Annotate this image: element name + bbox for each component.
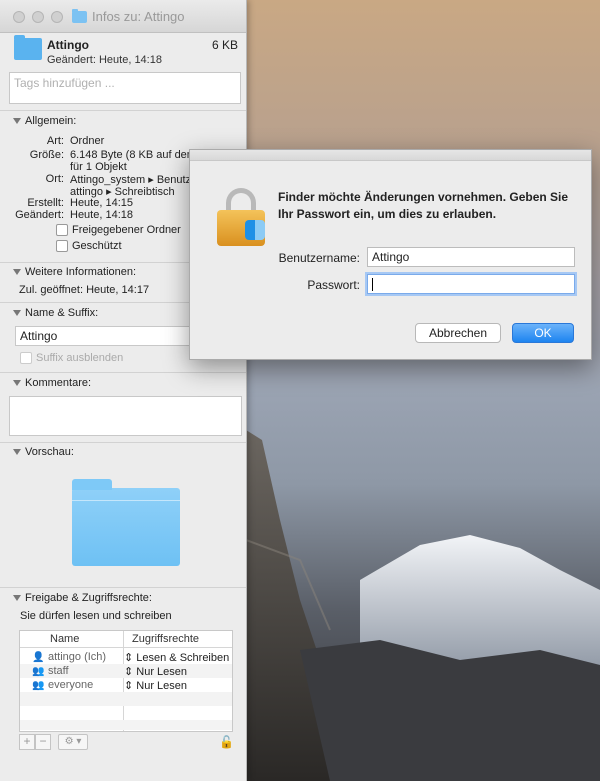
auth-message: Finder möchte Änderungen vornehmen. Gebe… bbox=[278, 190, 569, 221]
close-button[interactable] bbox=[13, 11, 25, 23]
folder-preview-icon bbox=[72, 479, 180, 566]
column-privilege[interactable]: Zugriffsrechte bbox=[132, 633, 199, 645]
disclosure-triangle-icon[interactable] bbox=[13, 595, 21, 601]
remove-user-button[interactable]: − bbox=[35, 734, 51, 750]
username-field[interactable]: Attingo bbox=[367, 247, 575, 267]
window-title: Infos zu: Attingo bbox=[72, 8, 185, 24]
permissions-toolbar: + − bbox=[19, 734, 51, 750]
tags-input[interactable]: Tags hinzufügen ... bbox=[9, 72, 241, 104]
info-titlebar[interactable]: Infos zu: Attingo bbox=[0, 0, 246, 33]
table-row[interactable]: 👥 everyone ⇕ Nur Lesen bbox=[20, 679, 232, 693]
more-info-header[interactable]: Weitere Informationen: bbox=[13, 266, 136, 278]
lock-icon bbox=[217, 188, 265, 246]
file-header: Attingo 6 KB Geändert: Heute, 14:18 bbox=[0, 33, 246, 69]
zoom-button[interactable] bbox=[51, 11, 63, 23]
comments-header[interactable]: Kommentare: bbox=[13, 377, 91, 389]
permissions-header: Name Zugriffsrechte bbox=[20, 631, 232, 648]
last-opened: Zul. geöffnet: Heute, 14:17 bbox=[19, 284, 150, 296]
sharing-header[interactable]: Freigabe & Zugriffsrechte: bbox=[13, 592, 152, 604]
password-label: Passwort: bbox=[307, 278, 360, 292]
minimize-button[interactable] bbox=[32, 11, 44, 23]
gear-icon[interactable]: ⚙ ▾ bbox=[58, 734, 88, 750]
everyone-icon: 👥 bbox=[32, 680, 45, 691]
group-icon: 👥 bbox=[32, 666, 45, 677]
table-row[interactable]: 👤 attingo (Ich) ⇕ Lesen & Schreiben bbox=[20, 651, 232, 665]
preview-header[interactable]: Vorschau: bbox=[13, 446, 74, 458]
disclosure-triangle-icon[interactable] bbox=[13, 269, 21, 275]
disclosure-triangle-icon[interactable] bbox=[13, 449, 21, 455]
permissions-table: Name Zugriffsrechte 👤 attingo (Ich) ⇕ Le… bbox=[19, 630, 233, 732]
user-icon: 👤 bbox=[32, 652, 45, 663]
info-window: Infos zu: Attingo Attingo 6 KB Geändert:… bbox=[0, 0, 247, 781]
disclosure-triangle-icon[interactable] bbox=[13, 118, 21, 124]
file-name: Attingo bbox=[47, 38, 89, 52]
file-modified: Geändert: Heute, 14:18 bbox=[47, 54, 162, 66]
column-name[interactable]: Name bbox=[50, 633, 79, 645]
general-header[interactable]: Allgemein: bbox=[13, 115, 76, 127]
add-user-button[interactable]: + bbox=[19, 734, 35, 750]
folder-icon bbox=[72, 8, 87, 23]
lock-icon[interactable]: 🔓 bbox=[219, 735, 234, 749]
password-field[interactable] bbox=[367, 274, 575, 294]
ok-button[interactable]: OK bbox=[512, 323, 574, 343]
comments-input[interactable] bbox=[9, 396, 242, 436]
locked-checkbox[interactable]: Geschützt bbox=[56, 240, 122, 253]
sharing-summary: Sie dürfen lesen und schreiben bbox=[20, 610, 172, 622]
disclosure-triangle-icon[interactable] bbox=[13, 310, 21, 316]
name-extension-header[interactable]: Name & Suffix: bbox=[13, 307, 98, 319]
file-size: 6 KB bbox=[211, 38, 238, 52]
cancel-button[interactable]: Abbrechen bbox=[415, 323, 501, 343]
hide-extension-checkbox[interactable]: Suffix ausblenden bbox=[20, 352, 123, 365]
finder-icon bbox=[245, 220, 265, 240]
username-label: Benutzername: bbox=[278, 251, 360, 265]
auth-dialog: Finder möchte Änderungen vornehmen. Gebe… bbox=[189, 149, 592, 360]
shared-folder-checkbox[interactable]: Freigegebener Ordner bbox=[56, 224, 181, 237]
folder-icon bbox=[14, 35, 42, 60]
table-row[interactable]: 👥 staff ⇕ Nur Lesen bbox=[20, 665, 232, 679]
disclosure-triangle-icon[interactable] bbox=[13, 380, 21, 386]
